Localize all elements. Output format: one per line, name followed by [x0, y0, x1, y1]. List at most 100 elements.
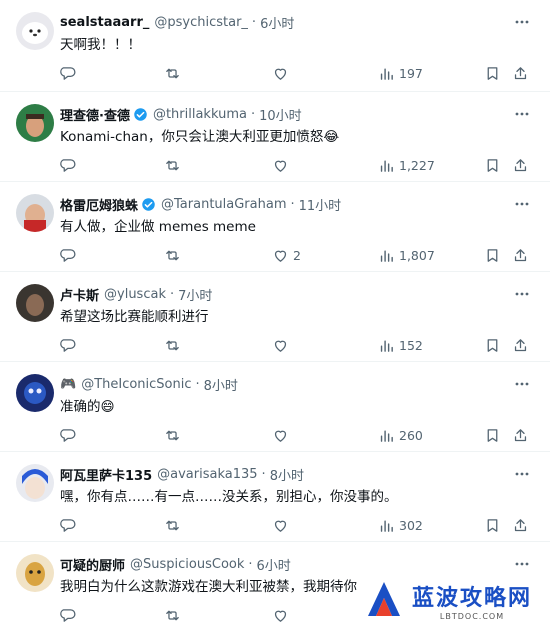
separator-dot: ·	[195, 376, 200, 392]
reply-button[interactable]	[60, 604, 77, 626]
timestamp[interactable]: 10小时	[259, 105, 302, 124]
retweet-button[interactable]	[164, 604, 181, 626]
handle[interactable]: @avarisaka135	[157, 467, 257, 482]
retweet-button[interactable]	[164, 514, 181, 536]
timestamp[interactable]: 6小时	[257, 555, 291, 574]
retweet-button[interactable]	[164, 154, 181, 176]
handle[interactable]: @psychicstar_	[154, 15, 248, 30]
handle[interactable]: @SuspiciousCook	[130, 557, 244, 572]
bookmark-button[interactable]	[484, 154, 501, 176]
verified-badge-icon	[134, 107, 147, 121]
reply-button[interactable]	[60, 334, 77, 356]
handle[interactable]: @TarantulaGraham	[161, 197, 286, 212]
avatar[interactable]	[16, 374, 54, 412]
more-options-icon[interactable]	[512, 12, 532, 32]
like-button[interactable]	[272, 604, 293, 626]
bookmark-button[interactable]	[484, 244, 501, 266]
view-count: 152	[399, 337, 423, 353]
bookmark-button[interactable]	[484, 424, 501, 446]
reply-feed: sealstaaarr_ @psychicstar_ · 6小时 天啊我！！！ …	[0, 0, 550, 629]
avatar[interactable]	[16, 554, 54, 592]
reply-icon	[60, 608, 76, 622]
views-button[interactable]: 152	[378, 334, 423, 356]
more-options-icon[interactable]	[512, 104, 532, 124]
retweet-icon	[166, 68, 179, 78]
action-bar: 1,227	[60, 154, 534, 176]
watermark-title: 蓝波攻略网	[412, 585, 533, 611]
display-name[interactable]: 阿瓦里萨卡135	[60, 465, 152, 484]
avatar[interactable]	[16, 194, 54, 232]
heart-icon	[274, 68, 287, 80]
avatar[interactable]	[16, 284, 54, 322]
like-button[interactable]: 2	[272, 244, 301, 266]
reply-button[interactable]	[60, 244, 77, 266]
handle[interactable]: @TheIconicSonic	[81, 377, 191, 392]
handle[interactable]: @thrillakkuma	[153, 107, 247, 122]
tweet[interactable]: 理查德·查德 @thrillakkuma · 10小时 Konami-chan，…	[0, 92, 550, 182]
timestamp[interactable]: 8小时	[204, 375, 238, 394]
more-options-icon[interactable]	[512, 464, 532, 484]
more-options-icon[interactable]	[512, 284, 532, 304]
retweet-button[interactable]	[164, 244, 181, 266]
views-button[interactable]: 260	[378, 424, 423, 446]
share-button[interactable]	[512, 154, 529, 176]
bookmark-button[interactable]	[484, 62, 501, 84]
share-button[interactable]	[512, 424, 529, 446]
bookmark-button[interactable]	[484, 334, 501, 356]
like-button[interactable]	[272, 514, 293, 536]
bookmark-icon	[487, 248, 498, 262]
share-button[interactable]	[512, 62, 529, 84]
views-button[interactable]: 1,227	[378, 154, 435, 176]
share-button[interactable]	[512, 514, 529, 536]
display-name[interactable]: 格雷厄姆狼蛛	[60, 195, 138, 214]
tweet[interactable]: 🎮 @TheIconicSonic · 8小时 准确的😄 260	[0, 362, 550, 452]
timestamp[interactable]: 8小时	[270, 465, 304, 484]
avatar[interactable]	[16, 12, 54, 50]
avatar[interactable]	[16, 104, 54, 142]
views-button[interactable]: 1,807	[378, 244, 435, 266]
timestamp[interactable]: 6小时	[260, 13, 294, 32]
view-count: 1,807	[399, 247, 435, 263]
share-button[interactable]	[512, 334, 529, 356]
views-button[interactable]: 302	[378, 514, 423, 536]
reply-button[interactable]	[60, 424, 77, 446]
tweet[interactable]: 阿瓦里萨卡135 @avarisaka135 · 8小时 嘿，你有点……有一点……	[0, 452, 550, 542]
retweet-button[interactable]	[164, 424, 181, 446]
separator-dot: ·	[248, 556, 253, 572]
more-options-icon[interactable]	[512, 554, 532, 574]
like-button[interactable]	[272, 424, 293, 446]
display-name[interactable]: 卢卡斯	[60, 285, 99, 304]
retweet-button[interactable]	[164, 62, 181, 84]
display-name[interactable]: 可疑的厨师	[60, 555, 125, 574]
handle[interactable]: @yluscak	[104, 287, 166, 302]
views-icon	[380, 250, 393, 262]
bookmark-button[interactable]	[484, 514, 501, 536]
tweet[interactable]: 卢卡斯 @yluscak · 7小时 希望这场比赛能顺利进行 152	[0, 272, 550, 362]
display-name[interactable]: 理查德·查德	[60, 105, 130, 124]
avatar[interactable]	[16, 464, 54, 502]
display-name[interactable]: sealstaaarr_	[60, 15, 149, 30]
heart-icon	[274, 250, 287, 262]
timestamp[interactable]: 11小时	[299, 195, 342, 214]
separator-dot: ·	[290, 196, 295, 212]
more-options-icon[interactable]	[512, 374, 532, 394]
retweet-icon	[166, 160, 179, 170]
heart-icon	[274, 340, 287, 352]
verified-badge-icon	[142, 197, 155, 211]
like-button[interactable]	[272, 62, 293, 84]
timestamp[interactable]: 7小时	[178, 285, 212, 304]
tweet[interactable]: sealstaaarr_ @psychicstar_ · 6小时 天啊我！！！ …	[0, 0, 550, 92]
tweet[interactable]: 格雷厄姆狼蛛 @TarantulaGraham · 11小时 有人做，企业做 m…	[0, 182, 550, 272]
heart-icon	[274, 610, 287, 622]
reply-button[interactable]	[60, 514, 77, 536]
reply-icon	[60, 248, 76, 262]
reply-button[interactable]	[60, 154, 77, 176]
retweet-button[interactable]	[164, 334, 181, 356]
reply-button[interactable]	[60, 62, 77, 84]
views-button[interactable]: 197	[378, 62, 423, 84]
like-button[interactable]	[272, 154, 293, 176]
like-button[interactable]	[272, 334, 293, 356]
display-name[interactable]: 🎮	[60, 377, 76, 392]
share-button[interactable]	[512, 244, 529, 266]
more-options-icon[interactable]	[512, 194, 532, 214]
